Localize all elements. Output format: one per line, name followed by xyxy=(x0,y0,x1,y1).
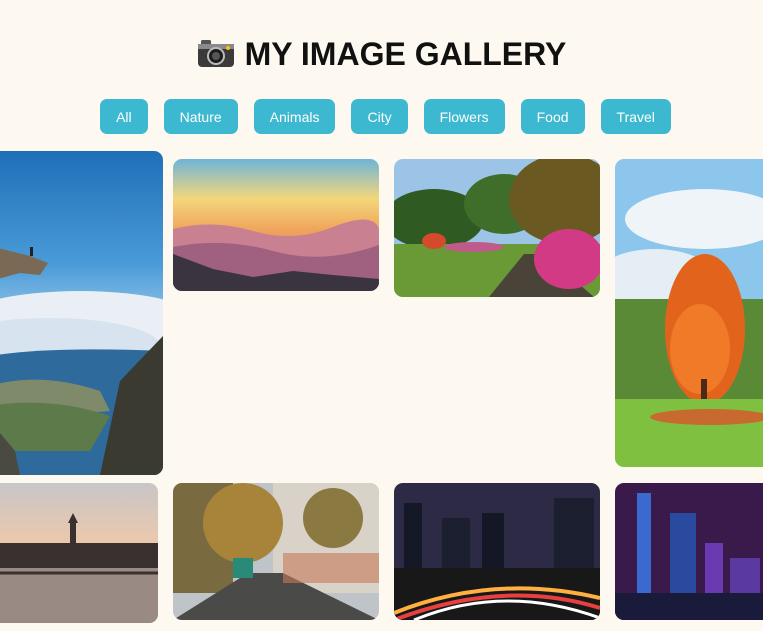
camera-icon xyxy=(197,38,235,76)
filter-all-button[interactable]: All xyxy=(100,99,148,134)
filter-bar: All Nature Animals City Flowers Food Tra… xyxy=(0,99,763,134)
filter-nature-button[interactable]: Nature xyxy=(163,99,238,134)
filter-travel-button[interactable]: Travel xyxy=(600,99,671,134)
gallery-image-tram-street[interactable] xyxy=(173,483,379,620)
page-title: MY IMAGE GALLERY xyxy=(0,36,763,76)
filter-animals-button[interactable]: Animals xyxy=(253,99,336,134)
gallery-image-neon-skyline[interactable] xyxy=(615,483,763,620)
gallery-image-park-path[interactable] xyxy=(394,159,600,297)
gallery-image-sunset-mountains[interactable] xyxy=(173,159,379,291)
page-title-text: MY IMAGE GALLERY xyxy=(244,36,567,72)
filter-city-button[interactable]: City xyxy=(351,99,408,134)
gallery-image-cliff-clouds[interactable] xyxy=(0,151,163,475)
filter-food-button[interactable]: Food xyxy=(520,99,585,134)
filter-flowers-button[interactable]: Flowers xyxy=(423,99,505,134)
gallery-image-autumn-tree[interactable] xyxy=(615,159,763,467)
gallery-image-night-traffic[interactable] xyxy=(394,483,600,620)
gallery-image-river-city[interactable] xyxy=(0,483,158,623)
